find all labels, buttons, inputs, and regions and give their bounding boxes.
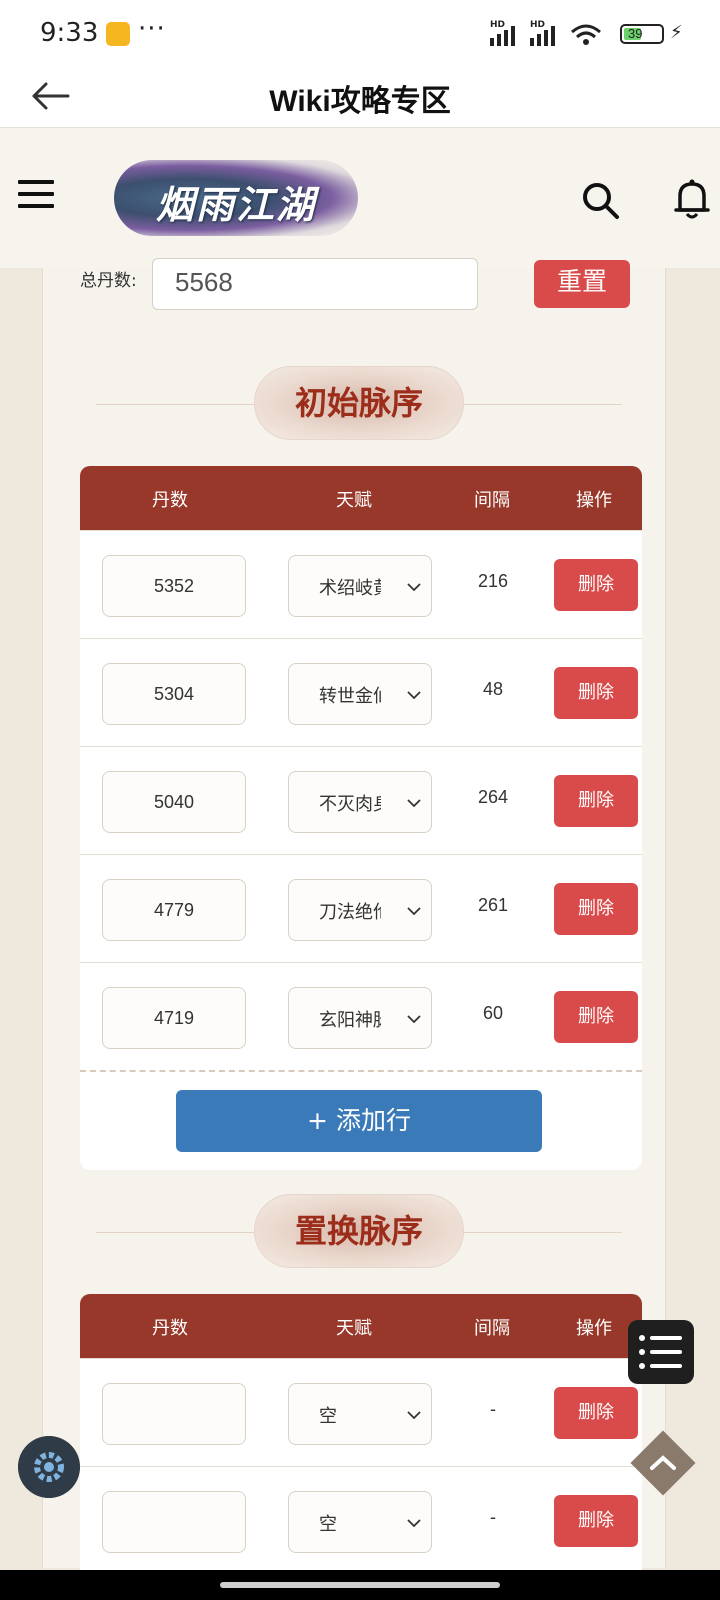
menu-icon[interactable] [18, 180, 54, 210]
col-header-talent: 天赋 [336, 1318, 372, 1339]
chevron-up-icon [650, 1455, 676, 1470]
col-header-gap: 间隔 [474, 1318, 510, 1339]
search-icon[interactable] [580, 180, 620, 220]
replace-order-table: 丹数 天赋 间隔 操作 空 - 删除 空 - 删除 [80, 1294, 642, 1574]
delete-button[interactable]: 删除 [554, 991, 638, 1043]
battery-level: 39 [628, 26, 643, 41]
section-title-replace: 置换脉序 [254, 1194, 464, 1268]
wifi-icon [571, 24, 601, 45]
talent-select-value: 刀法绝伦 [319, 902, 381, 923]
gap-value: - [490, 1507, 496, 1527]
talent-select[interactable]: 术绍岐黄 [288, 555, 432, 617]
status-bar: 9:33 ··· HD HD 39 ⚡ [0, 0, 720, 66]
delete-button[interactable]: 删除 [554, 559, 638, 611]
site-logo[interactable]: 烟雨江湖 [114, 160, 358, 236]
chevron-down-icon [407, 799, 421, 808]
talent-select-value: 转世金仙 [319, 686, 381, 707]
talent-select-value: 玄阳神脉 [319, 1010, 381, 1031]
site-logo-text: 烟雨江湖 [155, 182, 316, 227]
table-row: 5040 不灭肉身 264 删除 [80, 746, 642, 854]
delete-button[interactable]: 删除 [554, 1387, 638, 1439]
dan-input[interactable]: 5040 [102, 771, 246, 833]
chevron-down-icon [407, 583, 421, 592]
delete-button[interactable]: 删除 [554, 775, 638, 827]
col-header-talent: 天赋 [336, 490, 372, 511]
gap-value: 48 [482, 679, 504, 699]
col-header-dan: 丹数 [152, 490, 188, 511]
dan-input[interactable] [102, 1383, 246, 1445]
talent-select[interactable]: 空 [288, 1383, 432, 1445]
scroll-top-button[interactable] [630, 1430, 696, 1496]
talent-select[interactable]: 玄阳神脉 [288, 987, 432, 1049]
add-row-button[interactable]: + 添加行 [176, 1090, 542, 1152]
col-header-action: 操作 [576, 490, 612, 511]
list-menu-icon[interactable] [628, 1320, 694, 1384]
gap-value: 261 [477, 895, 509, 915]
dan-input[interactable]: 5304 [102, 663, 246, 725]
dan-input[interactable]: 5352 [102, 555, 246, 617]
table-row: 4779 刀法绝伦 261 删除 [80, 854, 642, 962]
signal-icon-2 [530, 26, 555, 46]
dan-input[interactable]: 4779 [102, 879, 246, 941]
talent-select[interactable]: 不灭肉身 [288, 771, 432, 833]
table-row: 5304 转世金仙 48 删除 [80, 638, 642, 746]
col-header-gap: 间隔 [474, 490, 510, 511]
dan-input[interactable]: 4719 [102, 987, 246, 1049]
delete-button[interactable]: 删除 [554, 667, 638, 719]
col-header-action: 操作 [576, 1318, 612, 1339]
total-dan-input[interactable]: 5568 [152, 258, 478, 310]
add-row-area: + 添加行 [80, 1070, 642, 1170]
signal-icon [490, 26, 515, 46]
bell-icon[interactable] [672, 178, 712, 220]
chevron-down-icon [407, 691, 421, 700]
table-header: 丹数 天赋 间隔 操作 [80, 1294, 642, 1358]
gap-value: - [490, 1399, 496, 1419]
table-row: 5352 术绍岐黄 216 删除 [80, 530, 642, 638]
chevron-down-icon [407, 1411, 421, 1420]
chevron-down-icon [407, 1519, 421, 1528]
status-time: 9:33 [40, 18, 99, 48]
charging-icon: ⚡ [670, 22, 683, 43]
system-home-bar [0, 1570, 720, 1600]
talent-select-value: 术绍岐黄 [319, 578, 381, 599]
talent-select[interactable]: 刀法绝伦 [288, 879, 432, 941]
talent-select-value: 空 [319, 1406, 337, 1427]
battery-icon: 39 [620, 24, 664, 44]
table-header: 丹数 天赋 间隔 操作 [80, 466, 642, 530]
app-navbar: Wiki攻略专区 [0, 66, 720, 128]
dan-input[interactable] [102, 1491, 246, 1553]
col-header-dan: 丹数 [152, 1318, 188, 1339]
gap-value: 216 [477, 571, 509, 591]
talent-select[interactable]: 转世金仙 [288, 663, 432, 725]
settings-gear-icon[interactable] [18, 1436, 80, 1498]
home-indicator[interactable] [220, 1582, 500, 1588]
gap-value: 60 [482, 1003, 504, 1023]
total-dan-label: 总丹数: [80, 271, 137, 291]
site-header: 烟雨江湖 [0, 128, 720, 268]
delete-button[interactable]: 删除 [554, 1495, 638, 1547]
more-notifications-icon: ··· [138, 14, 166, 44]
table-row: 4719 玄阳神脉 60 删除 [80, 962, 642, 1070]
talent-select-value: 不灭肉身 [319, 794, 381, 815]
section-title-initial: 初始脉序 [254, 366, 464, 440]
table-row: 空 - 删除 [80, 1466, 642, 1574]
notification-app-icon [106, 22, 130, 46]
chevron-down-icon [407, 1015, 421, 1024]
delete-button[interactable]: 删除 [554, 883, 638, 935]
initial-order-table: 丹数 天赋 间隔 操作 5352 术绍岐黄 216 删除 5304 转世金仙 4… [80, 466, 642, 1170]
gap-value: 264 [477, 787, 509, 807]
talent-select[interactable]: 空 [288, 1491, 432, 1553]
page-title: Wiki攻略专区 [269, 85, 451, 118]
reset-button[interactable]: 重置 [534, 260, 630, 308]
chevron-down-icon [407, 907, 421, 916]
table-row: 空 - 删除 [80, 1358, 642, 1466]
talent-select-value: 空 [319, 1514, 337, 1535]
